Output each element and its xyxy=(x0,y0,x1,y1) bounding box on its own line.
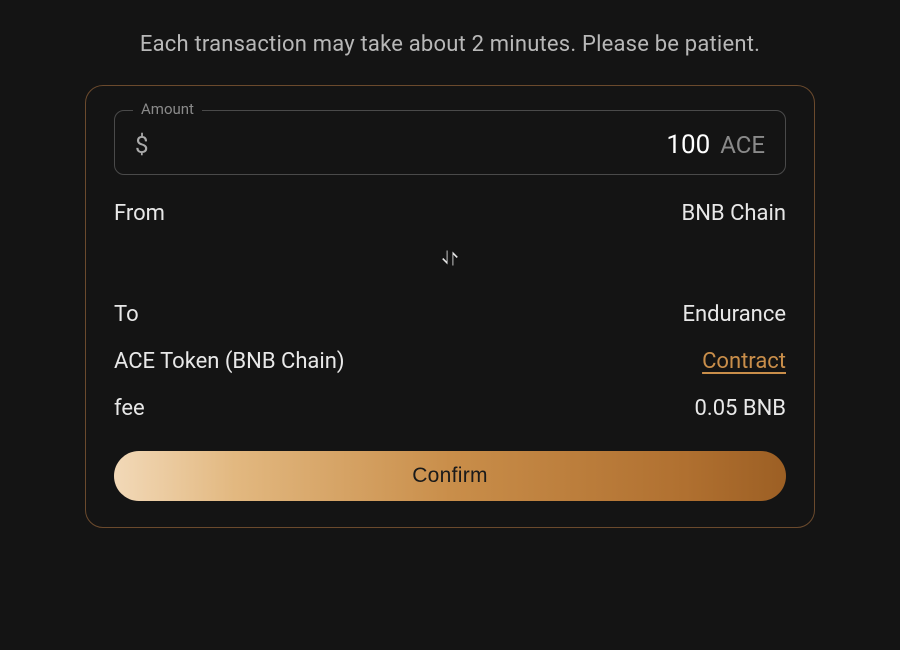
to-value: Endurance xyxy=(682,302,786,327)
fee-row: fee 0.05 BNB xyxy=(114,396,786,421)
fee-label: fee xyxy=(114,396,145,421)
from-value: BNB Chain xyxy=(682,201,786,226)
amount-legend: Amount xyxy=(133,100,202,118)
amount-left-group: $ xyxy=(135,129,517,160)
amount-unit: ACE xyxy=(720,131,765,159)
bridge-card: Amount $ 100 ACE From BNB Chain To Endur… xyxy=(85,85,815,528)
from-label: From xyxy=(114,201,165,226)
amount-right-group: 100 ACE xyxy=(666,130,765,160)
contract-link[interactable]: Contract xyxy=(702,349,786,374)
fee-value: 0.05 BNB xyxy=(695,396,786,421)
from-row: From BNB Chain xyxy=(114,201,786,226)
confirm-button[interactable]: Confirm xyxy=(114,451,786,501)
amount-field: Amount $ 100 ACE xyxy=(114,110,786,175)
swap-direction-icon[interactable] xyxy=(440,248,460,272)
currency-symbol: $ xyxy=(135,131,149,159)
swap-row xyxy=(114,248,786,272)
token-row: ACE Token (BNB Chain) Contract xyxy=(114,349,786,374)
to-row: To Endurance xyxy=(114,302,786,327)
amount-value: 100 xyxy=(666,130,710,160)
token-label: ACE Token (BNB Chain) xyxy=(114,349,345,374)
transaction-notice: Each transaction may take about 2 minute… xyxy=(140,32,760,57)
to-label: To xyxy=(114,302,139,327)
amount-input[interactable] xyxy=(157,129,517,160)
